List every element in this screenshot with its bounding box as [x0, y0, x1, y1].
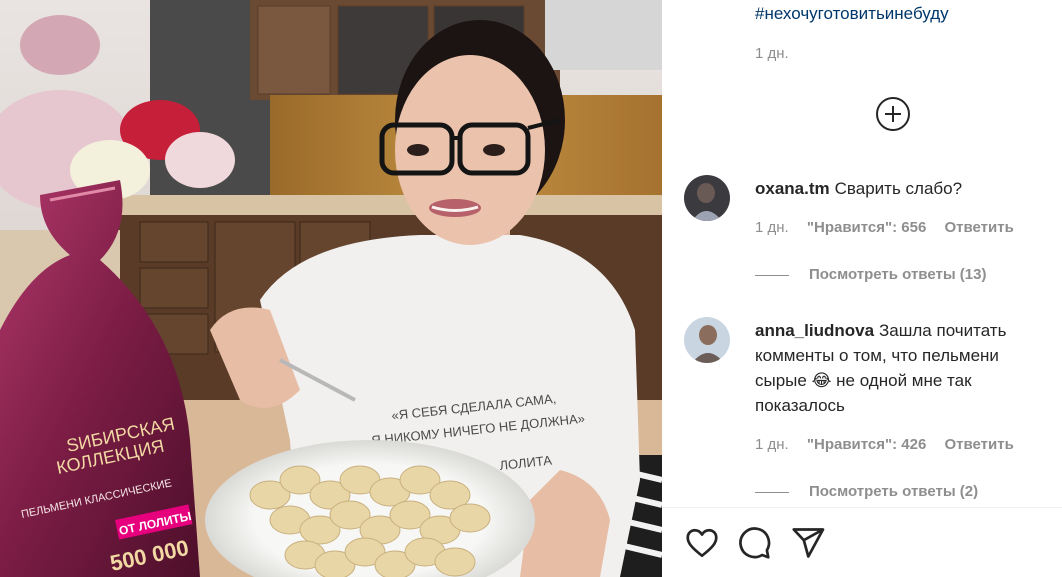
plus-circle-icon[interactable] — [876, 97, 910, 131]
view-replies-button[interactable]: Посмотреть ответы (13) — [755, 266, 986, 283]
comment-username[interactable]: anna_liudnova — [755, 321, 874, 340]
comment-bubble-icon[interactable] — [736, 525, 772, 561]
comment-likes[interactable]: "Нравится": 656 — [807, 219, 926, 236]
caption-time: 1 дн. — [755, 45, 789, 62]
avatar[interactable] — [684, 175, 730, 221]
post-photo[interactable]: «Я СЕБЯ СДЕЛАЛА САМА, Я НИКОМУ НИЧЕГО НЕ… — [0, 0, 662, 577]
comment-username[interactable]: oxana.tm — [755, 179, 830, 198]
heart-icon[interactable] — [684, 525, 720, 561]
comment-body: Сварить слабо? — [834, 179, 963, 198]
comment-likes[interactable]: "Нравится": 426 — [807, 436, 926, 453]
reply-button[interactable]: Ответить — [945, 219, 1014, 236]
comment-text: anna_liudnova Зашла почитать комменты о т… — [755, 318, 1050, 418]
replies-divider-line — [755, 274, 789, 276]
comments-panel: #нехочуготовитьинебуду 1 дн. oxana.tm Сва… — [662, 0, 1062, 577]
reply-button[interactable]: Ответить — [945, 436, 1014, 453]
replies-divider-line — [755, 491, 789, 493]
avatar[interactable] — [684, 317, 730, 363]
view-replies-label: Посмотреть ответы (13) — [809, 266, 987, 283]
caption-hashtag-link[interactable]: #нехочуготовитьинебуду — [755, 4, 949, 24]
comment-text: oxana.tm Сварить слабо? — [755, 176, 1050, 201]
post-photo-illustration: «Я СЕБЯ СДЕЛАЛА САМА, Я НИКОМУ НИЧЕГО НЕ… — [0, 0, 662, 577]
comment-time: 1 дн. — [755, 219, 789, 236]
comment-meta: 1 дн. "Нравится": 426 Ответить — [755, 436, 1028, 453]
view-replies-label: Посмотреть ответы (2) — [809, 483, 979, 500]
comment-time: 1 дн. — [755, 436, 789, 453]
view-replies-button[interactable]: Посмотреть ответы (2) — [755, 483, 978, 500]
actions-divider — [662, 507, 1062, 508]
paper-plane-icon[interactable] — [790, 525, 826, 561]
comment-meta: 1 дн. "Нравится": 656 Ответить — [755, 219, 1028, 236]
